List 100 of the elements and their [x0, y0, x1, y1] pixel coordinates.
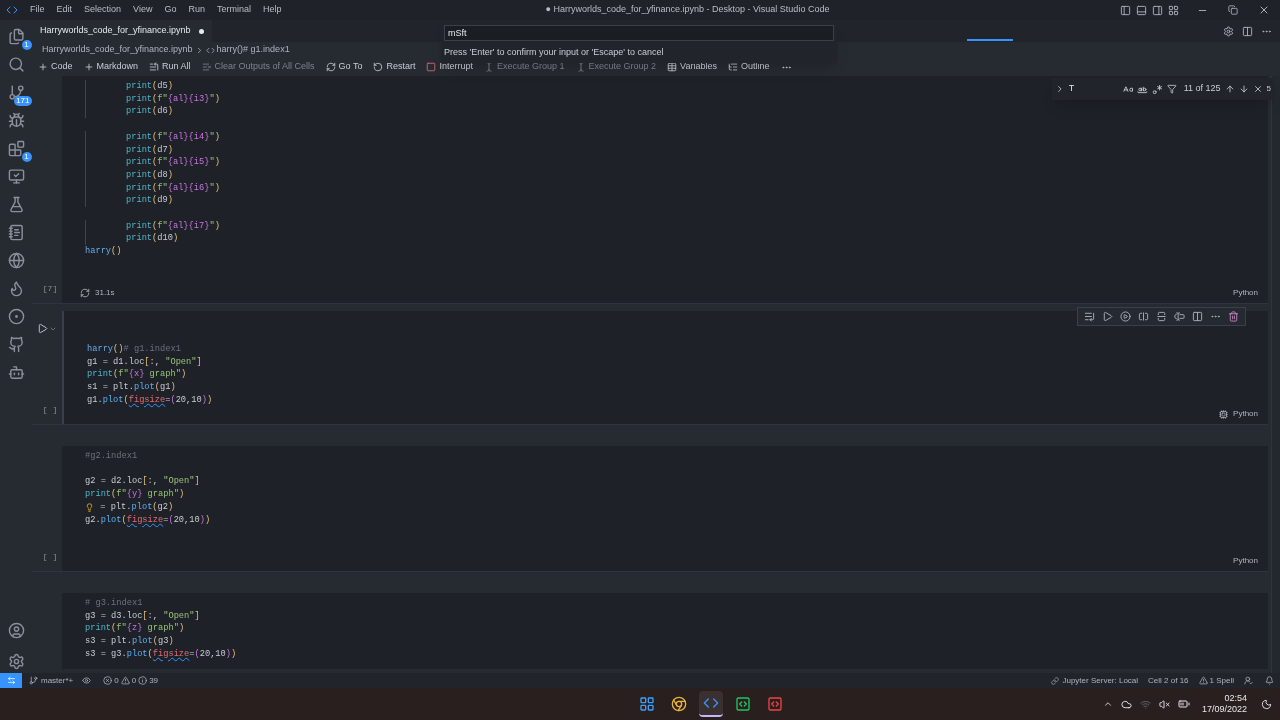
lightbulb-icon — [85, 502, 94, 512]
warning-icon — [1198, 676, 1208, 685]
split-icon — [1242, 25, 1253, 37]
code-icon — [703, 695, 720, 711]
layout-icon — [1168, 4, 1179, 16]
overflow-count: 5 — [1266, 83, 1271, 95]
code-line: g2 = d2.loc[:, "Open"] — [85, 475, 200, 489]
run-cell-button[interactable] — [37, 323, 48, 334]
language-button[interactable]: Python — [1233, 408, 1258, 421]
bug-icon — [7, 112, 25, 129]
layout-button[interactable] — [1120, 4, 1131, 16]
code-line: print(d6) — [85, 105, 173, 119]
bell-icon — [1265, 676, 1274, 685]
robot-icon — [7, 364, 25, 381]
moon-icon — [1261, 698, 1272, 710]
chevron-icon — [1055, 84, 1065, 94]
editor-tab[interactable]: Harryworlds_code_for_yfinance.ipynb — [32, 20, 212, 42]
code-line: print(f"{al}{i3}") — [85, 92, 220, 106]
activity-button[interactable] — [7, 252, 25, 269]
next-match-button[interactable] — [1238, 84, 1249, 94]
refresh-icon — [325, 62, 336, 72]
menu-item[interactable]: View — [127, 3, 159, 17]
toolbar-button[interactable]: Variables — [667, 60, 717, 74]
notebook-icon — [7, 224, 25, 241]
layout-button[interactable] — [1168, 4, 1179, 16]
app-icon — [767, 696, 784, 712]
problems-button[interactable]: 0 0 39 — [103, 674, 159, 687]
breadcrumb-item[interactable]: harry()# g1.index1 — [216, 43, 290, 57]
activity-button[interactable] — [7, 622, 25, 639]
activity-button[interactable] — [7, 112, 25, 129]
settings-button[interactable] — [1223, 25, 1234, 37]
activity-button[interactable] — [7, 56, 25, 73]
language-button[interactable]: Python — [1233, 555, 1258, 567]
layout-button[interactable] — [1152, 4, 1163, 16]
menu-item[interactable]: File — [24, 3, 51, 17]
menu-item[interactable]: Edit — [50, 3, 79, 17]
sidebar-icon — [1120, 4, 1131, 16]
code-line: print(f"{x} graph") — [87, 368, 187, 382]
menu-item[interactable]: Run — [182, 3, 211, 17]
activity-button[interactable] — [7, 168, 25, 185]
regex-icon — [1152, 83, 1163, 95]
taskbar-button[interactable] — [699, 691, 724, 717]
code-icon — [205, 45, 215, 55]
run-all-icon — [149, 62, 160, 72]
toolbar-button[interactable]: Outline — [727, 60, 770, 74]
cell-action-button[interactable] — [1192, 311, 1203, 322]
table-icon — [667, 62, 678, 72]
toolbar-button[interactable]: Restart — [373, 60, 416, 74]
cell-action-button[interactable] — [1084, 311, 1095, 322]
delete-button[interactable] — [1228, 311, 1239, 322]
code-line: print(d9) — [85, 194, 173, 207]
activity-button[interactable] — [7, 308, 25, 325]
restart-icon — [373, 62, 384, 72]
toolbar-button[interactable]: Run All — [149, 60, 191, 74]
cell-action-button[interactable] — [1102, 311, 1113, 322]
previous-match-button[interactable] — [1224, 84, 1235, 94]
chevron-icon — [1102, 699, 1113, 709]
cloud-icon — [1120, 698, 1132, 710]
toolbar-button[interactable]: Markdown — [83, 60, 139, 74]
code-line: g1 = d1.loc[:, "Open"] — [87, 355, 202, 369]
toolbar-button[interactable]: Code — [38, 60, 73, 74]
close-find-button[interactable] — [1252, 84, 1263, 94]
code-line: s3 = g3.plot(figsize=(20,10)) — [85, 647, 237, 661]
account-icon — [7, 622, 25, 639]
play-icon — [37, 323, 48, 334]
activity-button[interactable] — [7, 364, 25, 381]
menu-item[interactable]: Terminal — [210, 3, 257, 17]
code-line: print(d8) — [85, 168, 173, 182]
code-line: print(f"{al}{i6}") — [85, 181, 220, 195]
spell-button[interactable]: 1 Spell — [1198, 674, 1234, 687]
activity-button[interactable] — [7, 336, 25, 353]
menu-item[interactable]: Help — [256, 3, 288, 17]
code-line: harry() — [85, 245, 122, 258]
server-button[interactable]: Jupyter Server: Local — [1051, 674, 1139, 687]
cell-action-button[interactable] — [1120, 311, 1131, 322]
command-input[interactable]: mSft — [444, 25, 834, 41]
toolbar-button[interactable]: Interrupt — [426, 60, 473, 74]
branch-button[interactable]: master*+ — [29, 674, 74, 687]
settings-icon — [1223, 25, 1234, 37]
arrow-up-icon — [1224, 84, 1235, 94]
branch-icon — [29, 676, 38, 685]
split-icon — [1138, 311, 1149, 322]
language-button[interactable]: Python — [1233, 287, 1258, 299]
breadcrumb-item[interactable]: Harryworlds_code_for_yfinance.ipynb — [42, 43, 193, 57]
flask-icon — [7, 196, 25, 213]
trash-icon — [1228, 311, 1239, 322]
activity-button[interactable] — [7, 224, 25, 241]
warning-icon — [120, 676, 130, 685]
layout-button[interactable] — [1136, 4, 1147, 16]
menu-item[interactable]: Go — [158, 3, 183, 17]
menu-item[interactable]: Selection — [78, 3, 128, 17]
find-input[interactable]: T — [1068, 82, 1119, 96]
cell-action-button[interactable] — [1156, 311, 1167, 322]
activity-button[interactable] — [7, 653, 25, 670]
code-line: # g3.index1 — [85, 597, 143, 610]
code-line: harry()# g1.index1 — [87, 343, 181, 356]
cell-action-button[interactable] — [1138, 311, 1149, 322]
activity-button[interactable] — [7, 196, 25, 213]
split-editor-button[interactable] — [1242, 25, 1253, 37]
toolbar-button[interactable]: Go To — [325, 60, 363, 74]
